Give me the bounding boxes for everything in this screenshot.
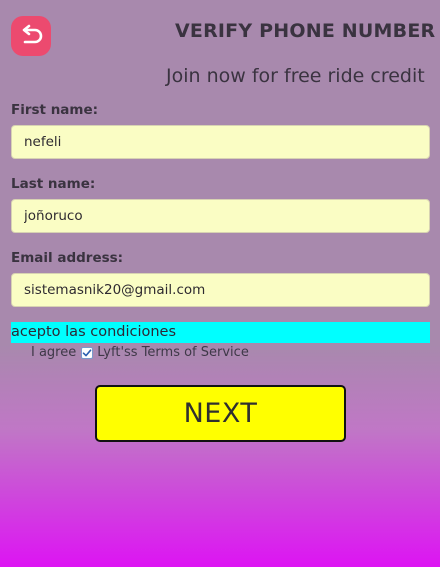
next-button[interactable]: NEXT (95, 385, 346, 442)
first-name-label: First name: (11, 102, 99, 118)
email-label: Email address: (11, 250, 124, 266)
back-button[interactable] (11, 16, 51, 56)
email-field[interactable] (11, 273, 430, 307)
first-name-field[interactable] (11, 125, 430, 159)
agree-prefix-label: I agree (31, 345, 77, 360)
last-name-field[interactable] (11, 199, 430, 233)
terms-banner: acepto las condiciones (11, 322, 430, 343)
undo-arrow-icon (17, 22, 45, 50)
terms-of-service-label: Lyft'ss Terms of Service (97, 345, 249, 360)
checkmark-icon (82, 348, 92, 356)
agree-row: I agree Lyft'ss Terms of Service (31, 345, 249, 360)
page-title: VERIFY PHONE NUMBER (175, 20, 436, 42)
terms-checkbox[interactable] (81, 346, 94, 359)
page-subtitle: Join now for free ride credit (166, 65, 425, 87)
last-name-label: Last name: (11, 176, 96, 192)
